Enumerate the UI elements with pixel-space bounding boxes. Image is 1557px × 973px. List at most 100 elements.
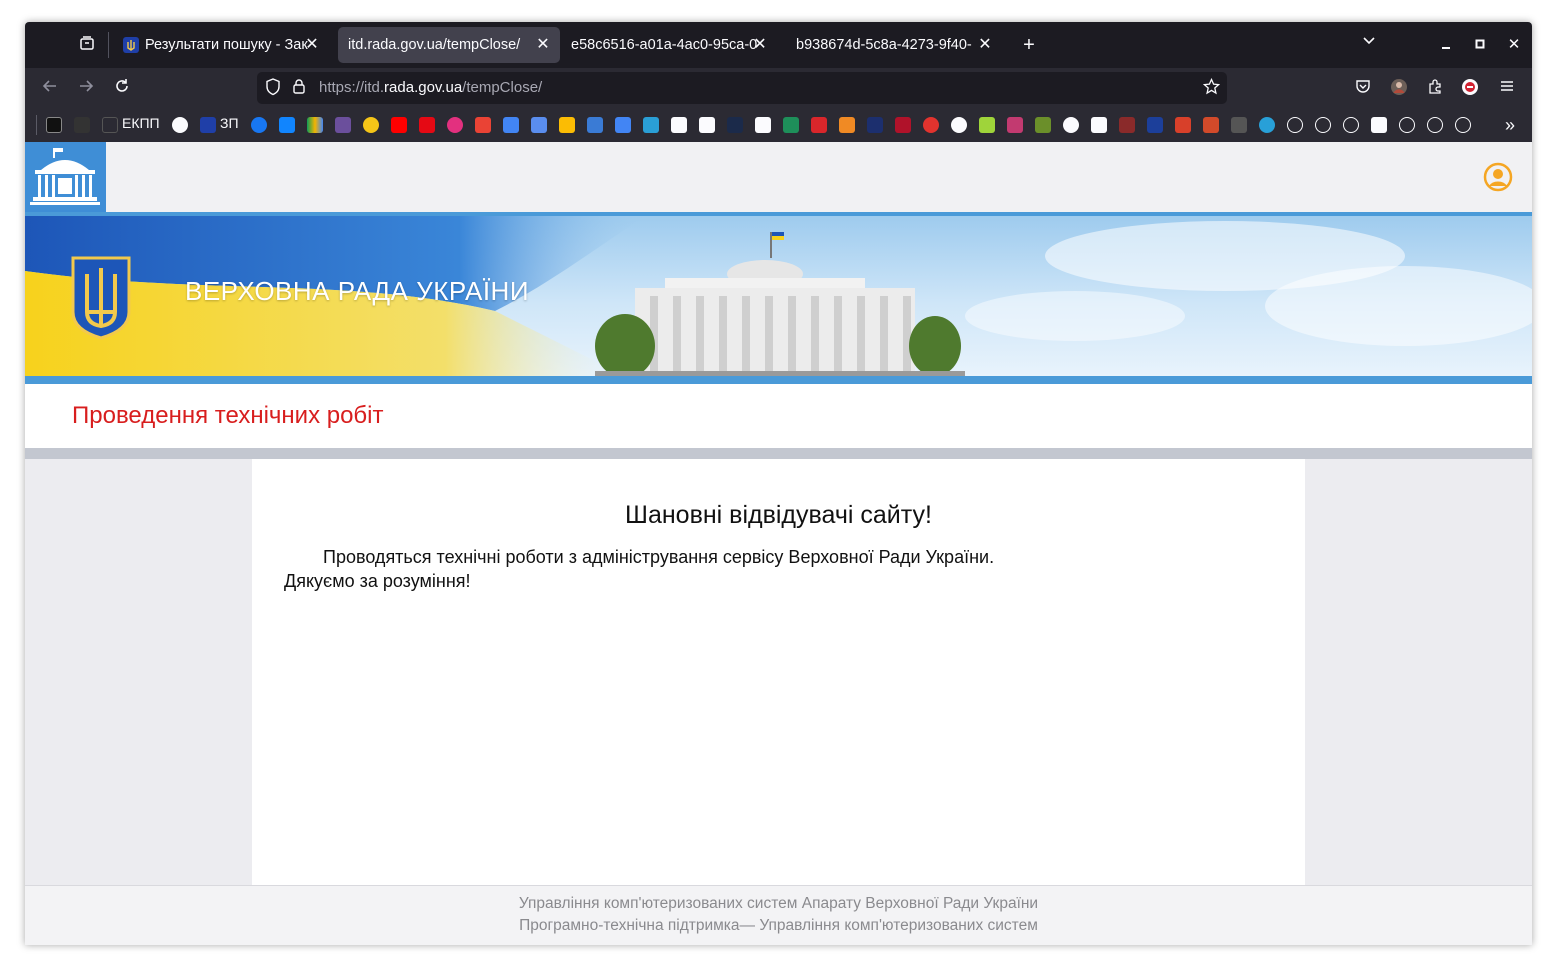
content-heading: Шановні відвідувачі сайту! xyxy=(625,501,932,529)
bookmark-facebook-icon[interactable] xyxy=(251,117,267,133)
bookmark-bluesky-icon[interactable] xyxy=(279,117,295,133)
footer-line: Управління комп'ютеризованих систем Апар… xyxy=(518,895,1039,912)
tab-e58c6516[interactable]: e58c6516-a01a-4ac0-95ca-0 ✕ xyxy=(561,27,777,63)
bookmark-site-icon[interactable] xyxy=(335,117,351,133)
bookmark-vox-icon[interactable] xyxy=(1091,117,1107,133)
bookmark-red-icon[interactable] xyxy=(923,117,939,133)
bookmark-site8-icon[interactable] xyxy=(1175,117,1191,133)
bookmark-pdf-icon[interactable] xyxy=(1203,117,1219,133)
bookmark-site2-icon[interactable] xyxy=(643,117,659,133)
bookmark-chrome-icon[interactable] xyxy=(1259,117,1275,133)
tab-close-icon[interactable]: ✕ xyxy=(534,36,552,54)
bookmark-site4-icon[interactable] xyxy=(1007,117,1023,133)
tab-b938674d[interactable]: b938674d-5c8a-4273-9f40- ✕ xyxy=(786,27,1002,63)
tab-search-results[interactable]: Результати пошуку - Зак ✕ xyxy=(113,27,329,63)
tab-label: Результати пошуку - Зак xyxy=(145,37,308,53)
pocket-icon[interactable] xyxy=(1353,78,1373,100)
reload-icon[interactable] xyxy=(111,78,133,100)
bookmark-globe-icon[interactable] xyxy=(1343,117,1359,133)
bookmarks-overflow-icon[interactable]: » xyxy=(1499,115,1521,135)
user-account-icon[interactable] xyxy=(1483,162,1513,192)
parliament-logo[interactable] xyxy=(25,142,106,212)
nav-bar: https://itd.rada.gov.ua/tempClose/ xyxy=(25,68,1532,108)
bookmark-up-icon[interactable] xyxy=(895,117,911,133)
profile-avatar-icon[interactable] xyxy=(1389,78,1409,102)
site-top-bar xyxy=(25,142,1532,212)
bookmark-globe-icon[interactable] xyxy=(1287,117,1303,133)
tab-label: b938674d-5c8a-4273-9f40- xyxy=(796,37,972,53)
site-footer: Управління комп'ютеризованих систем Апар… xyxy=(25,885,1532,945)
bookmark-mono-icon[interactable] xyxy=(74,117,90,133)
bookmark-sun-icon[interactable] xyxy=(363,117,379,133)
bookmark-globe-icon[interactable] xyxy=(1399,117,1415,133)
tab-close-icon[interactable]: ✕ xyxy=(303,36,321,54)
bookmark-nh-icon[interactable] xyxy=(699,117,715,133)
back-arrow-icon[interactable] xyxy=(39,78,61,100)
bookmark-g-icon[interactable] xyxy=(839,117,855,133)
forward-arrow-icon[interactable] xyxy=(75,78,97,100)
trident-coat-of-arms-icon xyxy=(71,256,131,340)
bookmark-site5-icon[interactable] xyxy=(1035,117,1051,133)
bookmark-trident-icon[interactable] xyxy=(200,117,216,133)
bookmark-ekpp-icon[interactable] xyxy=(102,117,118,133)
tab-close-icon[interactable]: ✕ xyxy=(976,36,994,54)
bookmark-site3-icon[interactable] xyxy=(727,117,743,133)
bookmark-translate-icon[interactable] xyxy=(531,117,547,133)
tab-strip: Результати пошуку - Зак ✕ itd.rada.gov.u… xyxy=(25,22,1532,68)
bookmark-tu-icon[interactable] xyxy=(671,117,687,133)
parliament-building-icon xyxy=(30,148,100,205)
menu-hamburger-icon[interactable] xyxy=(1497,78,1517,100)
bookmark-e-icon[interactable] xyxy=(783,117,799,133)
bookmark-openai-icon[interactable] xyxy=(172,117,188,133)
bookmark-dot-icon[interactable] xyxy=(1063,117,1079,133)
bookmark-netflix-icon[interactable] xyxy=(419,117,435,133)
bookmark-site7-icon[interactable] xyxy=(1147,117,1163,133)
new-tab-icon[interactable]: + xyxy=(1019,35,1039,55)
bookmark-globe-icon[interactable] xyxy=(1427,117,1443,133)
maintenance-bar: Проведення технічних робіт xyxy=(25,384,1532,448)
bookmark-diia-icon[interactable] xyxy=(46,117,62,133)
bookmark-drive-icon[interactable] xyxy=(307,117,323,133)
content-panel: Шановні відвідувачі сайту! Проводяться т… xyxy=(252,459,1305,885)
bookmark-youtube-icon[interactable] xyxy=(391,117,407,133)
extensions-icon[interactable] xyxy=(1425,78,1445,100)
bookmark-gmail-icon[interactable] xyxy=(475,117,491,133)
bookmark-ekpp-label[interactable]: ЕКПП xyxy=(122,115,160,131)
web-page: ВЕРХОВНА РАДА УКРАЇНИ Проведення технічн… xyxy=(25,142,1532,945)
bookmark-zp-label[interactable]: ЗП xyxy=(220,115,239,131)
bookmark-arrow-icon[interactable] xyxy=(979,117,995,133)
bookmark-hd-icon[interactable] xyxy=(1231,117,1247,133)
url-bar[interactable]: https://itd.rada.gov.ua/tempClose/ xyxy=(257,72,1227,104)
tab-label: e58c6516-a01a-4ac0-95ca-0 xyxy=(571,37,757,53)
bookmark-x-icon[interactable] xyxy=(951,117,967,133)
minimize-icon[interactable] xyxy=(1436,36,1456,56)
bookmark-four-icon[interactable] xyxy=(1371,117,1387,133)
footer-line: Програмно-технічна підтримка— Управління… xyxy=(519,917,1038,934)
bookmark-globe-icon[interactable] xyxy=(1455,117,1471,133)
bookmark-dsh-icon[interactable] xyxy=(755,117,771,133)
bookmark-t-icon[interactable] xyxy=(811,117,827,133)
bookmark-contacts-icon[interactable] xyxy=(587,117,603,133)
bookmark-lb-icon[interactable] xyxy=(867,117,883,133)
maximize-icon[interactable] xyxy=(1470,36,1490,56)
bookmark-keep-icon[interactable] xyxy=(559,117,575,133)
sync-extension-icon[interactable] xyxy=(1460,78,1480,102)
close-window-icon[interactable]: ✕ xyxy=(1504,35,1524,55)
bookmark-globe-icon[interactable] xyxy=(1315,117,1331,133)
bookmark-star-icon[interactable] xyxy=(1201,77,1221,101)
shield-icon[interactable] xyxy=(263,78,283,102)
bookmark-docs-icon[interactable] xyxy=(615,117,631,133)
bookmark-site6-icon[interactable] xyxy=(1119,117,1135,133)
url-path: /tempClose/ xyxy=(462,79,543,96)
bookmark-calendar-icon[interactable] xyxy=(503,117,519,133)
chevron-down-icon[interactable] xyxy=(1359,34,1379,54)
tab-divider xyxy=(108,32,109,58)
tab-list-icon[interactable] xyxy=(77,35,97,57)
tab-itd-rada[interactable]: itd.rada.gov.ua/tempClose/ ✕ xyxy=(338,27,560,63)
tab-close-icon[interactable]: ✕ xyxy=(751,36,769,54)
browser-window: Результати пошуку - Зак ✕ itd.rada.gov.u… xyxy=(25,22,1532,945)
url-text: https://itd.rada.gov.ua/tempClose/ xyxy=(319,79,542,96)
lock-icon[interactable] xyxy=(289,78,309,100)
bookmark-music-icon[interactable] xyxy=(447,117,463,133)
bookmarks-divider xyxy=(36,115,37,135)
